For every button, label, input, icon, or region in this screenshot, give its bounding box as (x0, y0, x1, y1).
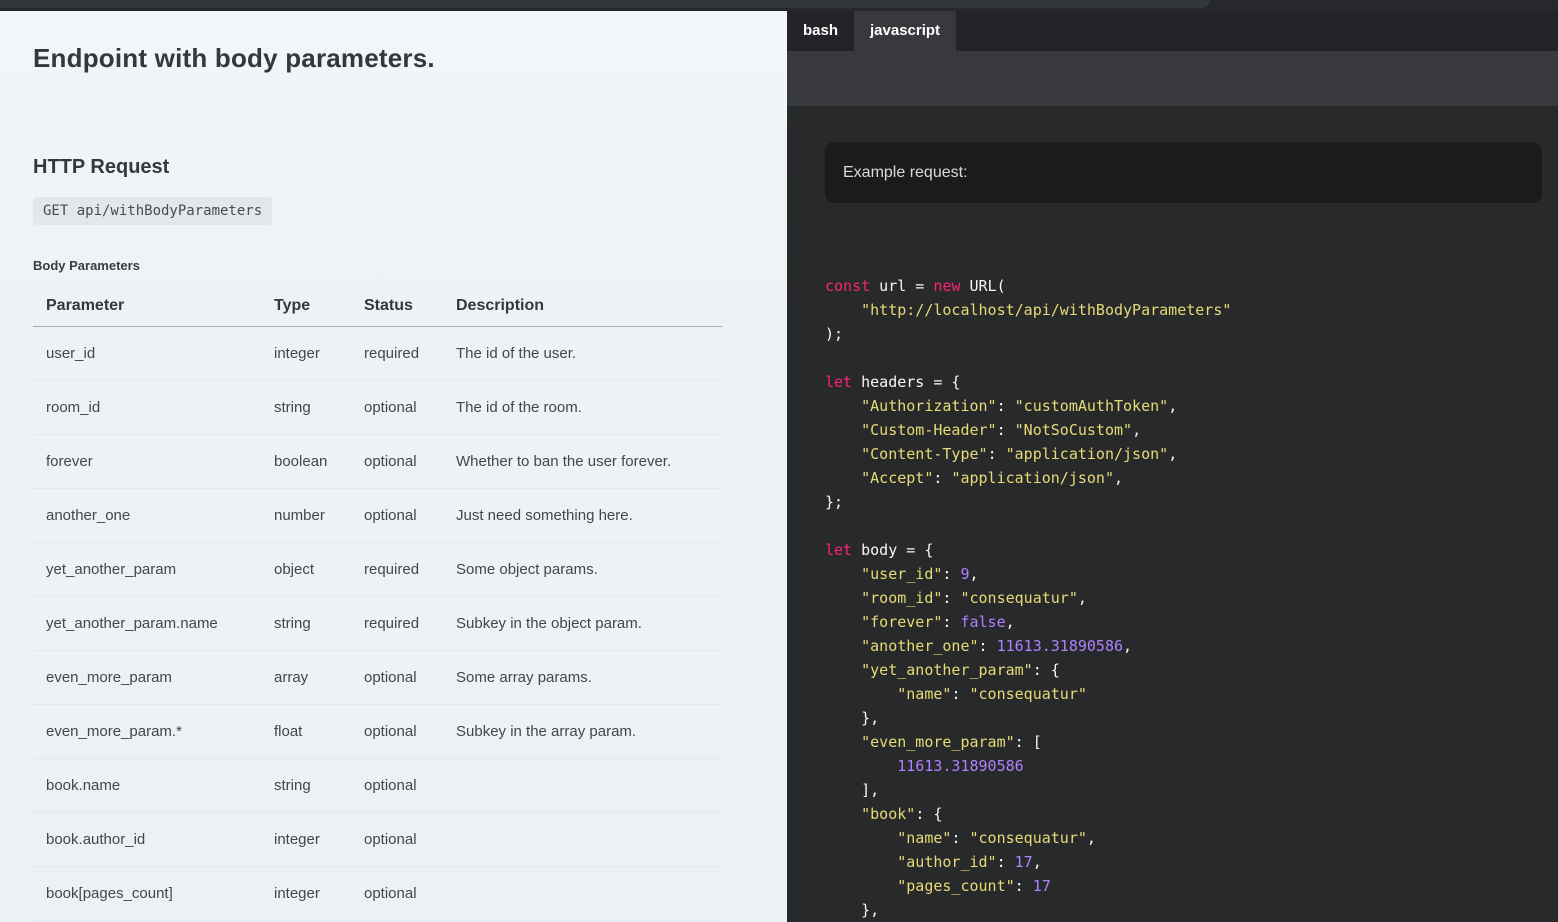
cell-description (443, 758, 722, 812)
example-request-label: Example request: (843, 164, 968, 182)
cell-parameter: even_more_param (33, 650, 261, 704)
table-row: yet_another_paramobjectrequiredSome obje… (33, 542, 722, 596)
cell-parameter: even_more_param.* (33, 704, 261, 758)
table-row: even_more_paramarrayoptionalSome array p… (33, 650, 722, 704)
endpoint-method-badge: GET api/withBodyParameters (33, 197, 272, 225)
table-row: foreverbooleanoptionalWhether to ban the… (33, 434, 722, 488)
cell-description: Subkey in the array param. (443, 704, 722, 758)
http-request-heading: HTTP Request (33, 157, 754, 178)
cell-type: array (261, 650, 351, 704)
cell-description: Subkey in the object param. (443, 596, 722, 650)
cell-description: The id of the user. (443, 326, 722, 380)
column-header-status: Status (351, 286, 443, 326)
docs-page: Endpoint with body parameters. HTTP Requ… (0, 11, 1558, 922)
table-row: room_idstringoptionalThe id of the room. (33, 380, 722, 434)
cell-parameter: room_id (33, 380, 261, 434)
browser-tab-edge (0, 0, 1210, 8)
table-row: book.author_idintegeroptional (33, 812, 722, 866)
cell-description (443, 812, 722, 866)
tab-bash[interactable]: bash (787, 11, 854, 51)
cell-type: float (261, 704, 351, 758)
table-row: another_onenumberoptionalJust need somet… (33, 488, 722, 542)
cell-type: string (261, 758, 351, 812)
table-header-row: Parameter Type Status Description (33, 286, 722, 326)
code-examples-panel: bashjavascript Example request: const ur… (787, 11, 1558, 922)
table-row: yet_another_param.namestringrequiredSubk… (33, 596, 722, 650)
page-title: Endpoint with body parameters. (33, 45, 754, 71)
cell-description: Some object params. (443, 542, 722, 596)
cell-status: required (351, 326, 443, 380)
cell-parameter: yet_another_param.name (33, 596, 261, 650)
cell-description: Some array params. (443, 650, 722, 704)
docs-content-panel: Endpoint with body parameters. HTTP Requ… (0, 11, 787, 922)
cell-status: optional (351, 380, 443, 434)
cell-parameter: user_id (33, 326, 261, 380)
cell-description (443, 866, 722, 920)
cell-status: optional (351, 812, 443, 866)
cell-status: optional (351, 434, 443, 488)
cell-status: optional (351, 488, 443, 542)
cell-type: string (261, 596, 351, 650)
body-parameters-table: Parameter Type Status Description user_i… (33, 286, 722, 921)
cell-status: optional (351, 866, 443, 920)
body-parameters-label: Body Parameters (33, 258, 754, 273)
cell-type: object (261, 542, 351, 596)
cell-status: required (351, 542, 443, 596)
cell-type: boolean (261, 434, 351, 488)
code-sample: const url = new URL( "http://localhost/a… (825, 274, 1558, 922)
code-block: const url = new URL( "http://localhost/a… (825, 277, 1231, 919)
table-row: book.namestringoptional (33, 758, 722, 812)
cell-status: optional (351, 758, 443, 812)
cell-status: optional (351, 650, 443, 704)
cell-type: integer (261, 812, 351, 866)
column-header-description: Description (443, 286, 722, 326)
table-row: book[pages_count]integeroptional (33, 866, 722, 920)
column-header-parameter: Parameter (33, 286, 261, 326)
cell-parameter: forever (33, 434, 261, 488)
table-row: even_more_param.*floatoptionalSubkey in … (33, 704, 722, 758)
cell-parameter: book[pages_count] (33, 866, 261, 920)
cell-parameter: book.name (33, 758, 261, 812)
cell-type: number (261, 488, 351, 542)
table-row: user_idintegerrequiredThe id of the user… (33, 326, 722, 380)
cell-parameter: yet_another_param (33, 542, 261, 596)
cell-parameter: book.author_id (33, 812, 261, 866)
cell-parameter: another_one (33, 488, 261, 542)
cell-type: string (261, 380, 351, 434)
cell-description: Just need something here. (443, 488, 722, 542)
cell-status: required (351, 596, 443, 650)
language-tabbar: bashjavascript (787, 11, 1558, 51)
cell-type: integer (261, 326, 351, 380)
tabbar-spacer (787, 51, 1558, 106)
example-request-panel: Example request: (825, 142, 1542, 203)
cell-description: Whether to ban the user forever. (443, 434, 722, 488)
cell-status: optional (351, 704, 443, 758)
column-header-type: Type (261, 286, 351, 326)
cell-description: The id of the room. (443, 380, 722, 434)
browser-chrome-strip (0, 0, 1558, 11)
table-body: user_idintegerrequiredThe id of the user… (33, 326, 722, 920)
cell-type: integer (261, 866, 351, 920)
tab-javascript[interactable]: javascript (854, 11, 956, 51)
